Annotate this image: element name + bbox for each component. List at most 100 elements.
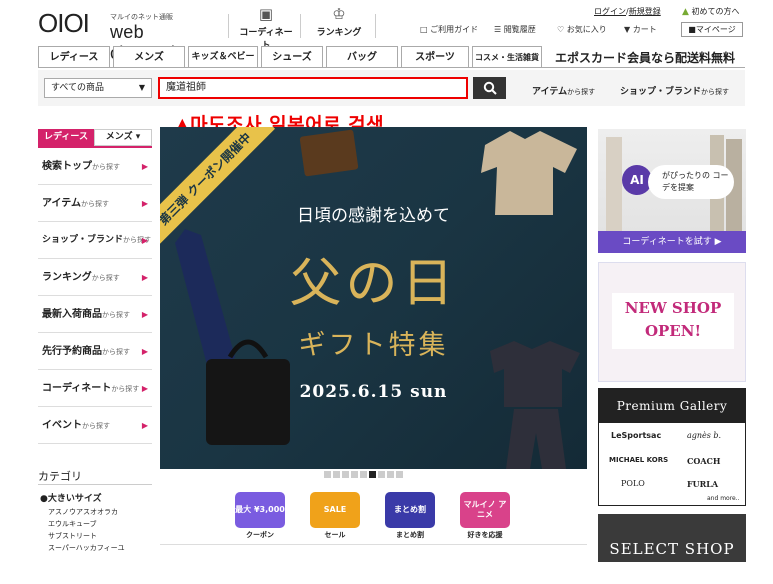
anime-shortcut[interactable]: マルイノ アニメ 好きを応援 (460, 492, 510, 540)
sub-category-link[interactable]: サブストリート (48, 531, 97, 541)
header-divider (375, 14, 376, 38)
site-logo[interactable]: OIOI マルイのネット通販 web channel (38, 10, 213, 63)
register-link[interactable]: 新規登録 (629, 7, 661, 16)
carousel-dot-active[interactable] (369, 471, 376, 478)
tab-mens[interactable]: メンズ (113, 46, 185, 68)
search-button[interactable] (473, 77, 506, 99)
banner-subtitle: ギフト特集 (298, 330, 449, 361)
sub-category-link[interactable]: エウルキューブ (48, 519, 97, 529)
sidebar-item-suffix: から探す (81, 200, 109, 208)
chevron-right-icon: ▶ (141, 236, 148, 245)
sidebar-item-label: 検索トップ (42, 161, 92, 172)
sidebar-nav: 検索トップから探す ▶ アイテムから探す ▶ ショップ・ブランドから探す ▶ ランキン… (38, 146, 152, 444)
coupon-shortcut[interactable]: 最大 ¥3,000 クーポン (235, 492, 285, 540)
epos-promo[interactable]: エポスカード会員なら配送料無料 (555, 49, 735, 66)
bullet-icon: ● (40, 494, 48, 504)
coupon-icon: 最大 ¥3,000 (235, 492, 285, 528)
camera-icon: ▣ (258, 5, 274, 23)
bundle-label: まとめ割 (396, 531, 424, 539)
search-scope-value: すべての商品 (51, 83, 105, 93)
sidebar-item-label: ランキング (42, 272, 92, 283)
sub-category-link[interactable]: スーパーハッカフィーユ (48, 543, 125, 553)
brand-logo: agnès b. (687, 431, 722, 440)
item-search-link[interactable]: アイテムから探す (532, 84, 595, 97)
carousel-dot[interactable] (342, 471, 349, 478)
category-divider (38, 67, 745, 68)
anime-icon: マルイノ アニメ (460, 492, 510, 528)
sidebar-item-suffix: から探す (102, 311, 130, 319)
carousel-dot[interactable] (396, 471, 403, 478)
cart-link[interactable]: ▼ カート (624, 24, 657, 35)
ai-caption: がぴったりの コーデを提案 (648, 165, 734, 199)
sale-label: セール (324, 531, 346, 539)
search-input[interactable]: 魔道祖師 (158, 77, 468, 99)
tab-bags[interactable]: バッグ (326, 46, 398, 68)
carousel-dot[interactable] (333, 471, 340, 478)
ranking-link[interactable]: ♔ ランキング (309, 6, 369, 38)
history-link[interactable]: ☰ 閲覧履歴 (494, 24, 536, 35)
sidebar-item-item[interactable]: アイテムから探す ▶ (38, 185, 152, 222)
carousel-dot[interactable] (387, 471, 394, 478)
carousel-pagination[interactable] (324, 470, 424, 478)
sidebar-item-label: アイテム (42, 198, 81, 209)
tab-shoes[interactable]: シューズ (261, 46, 323, 68)
sidebar-item-suffix: から探す (102, 348, 130, 356)
sidebar-item-shop-brand[interactable]: ショップ・ブランドから探す ▶ (38, 222, 152, 259)
favorites-link[interactable]: ♡ お気に入り (557, 24, 607, 35)
chevron-right-icon: ▶ (141, 199, 148, 208)
sidebar-item-preorder[interactable]: 先行予約商品から探す ▶ (38, 333, 152, 370)
sidebar-item-label: 最新入荷商品 (42, 309, 102, 320)
brand-logo: MICHAEL KORS (609, 456, 669, 464)
sidebar-tab-mens[interactable]: メンズ ▾ (94, 129, 152, 146)
sidebar-item-new-arrivals[interactable]: 最新入荷商品から探す ▶ (38, 296, 152, 333)
carousel-dot[interactable] (360, 471, 367, 478)
guide-link[interactable]: □ ご利用ガイド (420, 24, 478, 35)
coupon-label: クーポン (246, 531, 274, 539)
try-coordinate-button[interactable]: コーディネートを試す ▶ (598, 231, 746, 253)
hero-banner[interactable]: 第三弾 クーポン開催中 日頃の感謝を込めて 父の日 ギフト特集 2025.6.1… (160, 127, 587, 469)
header-divider (228, 14, 229, 38)
tab-sports[interactable]: スポーツ (401, 46, 469, 68)
sub-category-link[interactable]: アスノウアスオオラカ (48, 507, 118, 517)
anime-label: 好きを応援 (467, 531, 503, 539)
select-shop-banner[interactable]: SELECT SHOP (598, 514, 746, 562)
carousel-dot[interactable] (378, 471, 385, 478)
sidebar-item-event[interactable]: イベントから探す ▶ (38, 407, 152, 444)
history-icon: ☰ (494, 25, 502, 34)
mypage-button[interactable]: ■マイページ (681, 22, 743, 37)
sale-shortcut[interactable]: SALE セール (310, 492, 360, 540)
sidebar-item-search-top[interactable]: 検索トップから探す ▶ (38, 148, 152, 185)
heart-icon: ♡ (557, 25, 565, 34)
ai-coordinate-banner[interactable]: AI がぴったりの コーデを提案 (598, 129, 746, 231)
category-heading: カテゴリ (38, 470, 82, 483)
sidebar-tab-ladies[interactable]: レディース (38, 129, 94, 146)
login-link[interactable]: ログイン (594, 7, 626, 16)
first-time-link[interactable]: ▲ 初めての方へ (682, 6, 739, 17)
shop-search-link[interactable]: ショップ・ブランドから探す (620, 84, 729, 97)
tab-cosme[interactable]: コスメ・生活雑貨 (472, 46, 542, 68)
chevron-right-icon: ▶ (141, 162, 148, 171)
category-divider (38, 484, 152, 485)
premium-gallery-banner[interactable]: Premium Gallery LeSportsac agnès b. MICH… (598, 388, 746, 506)
beginner-mark-icon: ▲ (682, 7, 689, 17)
brand-logo: LeSportsac (611, 431, 662, 440)
auth-links: ログイン/新規登録 (594, 6, 661, 17)
bundle-discount-shortcut[interactable]: まとめ割 まとめ割 (385, 492, 435, 540)
tab-ladies[interactable]: レディース (38, 46, 110, 68)
logo-tagline: マルイのネット通販 (110, 13, 173, 21)
sidebar-item-label: ショップ・ブランド (42, 235, 124, 245)
search-scope-select[interactable]: すべての商品 ▼ (44, 78, 152, 98)
tab-kids-baby[interactable]: キッズ＆ベビー (188, 46, 258, 68)
book-icon: □ (420, 25, 428, 34)
cart-icon: ▼ (624, 25, 631, 34)
category-big-size[interactable]: ●大きいサイズ (40, 491, 102, 504)
chevron-right-icon: ▶ (141, 273, 148, 282)
new-shop-banner[interactable]: NEW SHOP OPEN! (598, 262, 746, 382)
coordinate-link[interactable]: ▣ コーディネート (236, 6, 296, 51)
chevron-down-icon: ▼ (138, 83, 145, 92)
carousel-dot[interactable] (324, 471, 331, 478)
sidebar-item-ranking[interactable]: ランキングから探す ▶ (38, 259, 152, 296)
carousel-dot[interactable] (351, 471, 358, 478)
mypage-label: マイページ (695, 25, 736, 34)
sidebar-item-coordinate[interactable]: コーディネートから探す ▶ (38, 370, 152, 407)
